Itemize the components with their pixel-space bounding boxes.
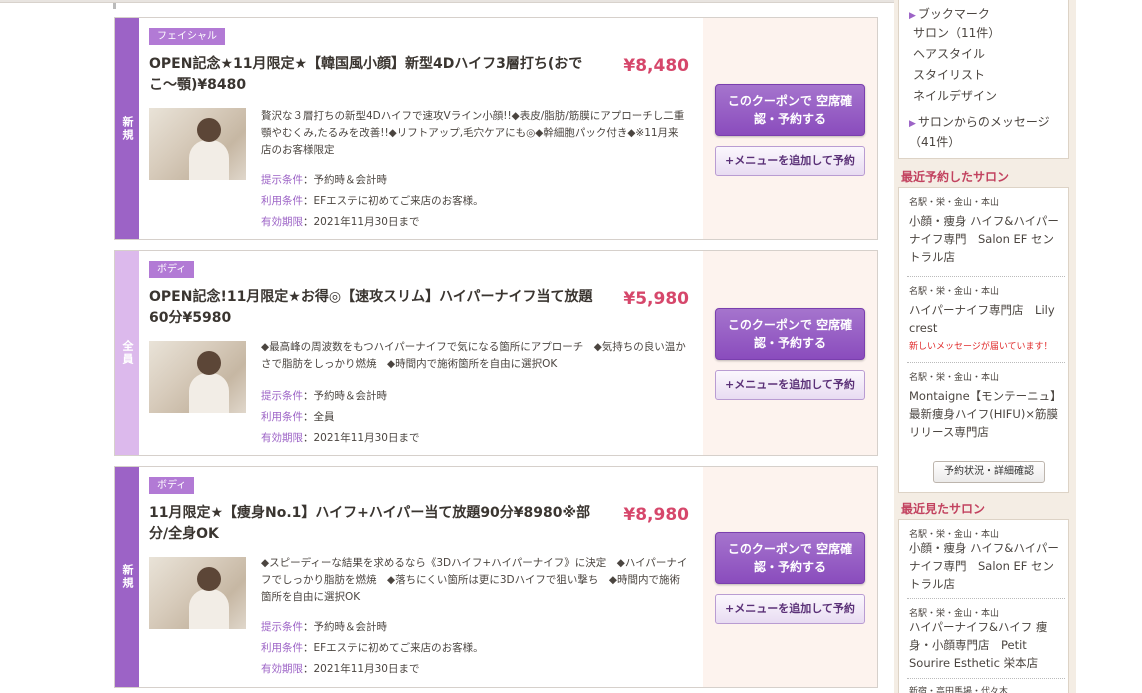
category-label: フェイシャル [149, 28, 225, 45]
recent-reserved-heading: 最近予約したサロン [901, 170, 1010, 184]
add-menu-button[interactable]: +メニューを追加して予約 [715, 146, 865, 176]
coupon-title[interactable]: 11月限定★【痩身No.1】ハイフ+ハイパー当て放題90分¥8980※部分/全身… [149, 503, 609, 545]
triangle-right-icon: ▶ [909, 11, 916, 21]
salon-link[interactable]: 小顔・痩身 ハイフ&ハイパーナイフ専門 Salon EF セントラル店 [909, 212, 1064, 266]
category-label: ボディ [149, 261, 195, 278]
coupon-actions: このクーポンで 空席確認・予約する +メニューを追加して予約 [703, 18, 877, 239]
coupon-title[interactable]: OPEN記念!11月限定★お得◎【速攻スリム】ハイパーナイフ当て放題60分¥59… [149, 287, 609, 329]
reserve-button[interactable]: このクーポンで 空席確認・予約する [715, 84, 865, 136]
triangle-right-icon: ▶ [909, 119, 916, 129]
divider [907, 598, 1065, 599]
bookmark-link[interactable]: ▶ ブックマーク [909, 5, 990, 25]
reserve-button[interactable]: このクーポンで 空席確認・予約する [715, 532, 865, 584]
divider [907, 276, 1065, 277]
bookmark-hairstyle-link[interactable]: ヘアスタイル [913, 45, 985, 62]
salon-link[interactable]: ハイパーナイフ専門店 Lily crest [909, 301, 1064, 337]
coupon-photo [149, 108, 246, 180]
coupon-price: ¥8,980 [623, 505, 689, 525]
scroll-marker [113, 3, 116, 9]
coupon-price: ¥8,480 [623, 56, 689, 76]
coupon-body: フェイシャル OPEN記念★11月限定★【韓国風小顔】新型4Dハイフ3層打ち(お… [139, 18, 703, 239]
recent-viewed-box: 名駅・栄・金山・本山 小顔・痩身 ハイフ&ハイパーナイフ専門 Salon EF … [898, 519, 1069, 693]
salon-link[interactable]: ハイパーナイフ&ハイフ 痩身・小顔専門店 Petit Sourire Esthe… [909, 618, 1064, 672]
divider [907, 678, 1065, 679]
sidebar: ▶ ブックマーク サロン（11件） ヘアスタイル スタイリスト ネイルデザイン ▶… [894, 0, 1076, 693]
condition-usage: 利用条件：EFエステに初めてご来店のお客様。 [261, 195, 484, 207]
condition-usage: 利用条件：全員 [261, 411, 335, 423]
condition-expiry: 有効期限：2021年11月30日まで [261, 216, 420, 228]
coupon-description: ◆スピーディーな結果を求めるなら《3Dハイフ+ハイパーナイフ》に決定 ◆ハイパー… [261, 557, 688, 603]
reservation-status-button[interactable]: 予約状況・詳細確認 [933, 461, 1045, 483]
coupon-card: 新規 ボディ 11月限定★【痩身No.1】ハイフ+ハイパー当て放題90分¥898… [114, 466, 878, 688]
condition-presentation: 提示条件：予約時＆会計時 [261, 621, 387, 633]
new-message-notice[interactable]: 新しいメッセージが届いています！ [909, 339, 1053, 352]
coupon-tag-all: 全員 [115, 251, 139, 455]
condition-presentation: 提示条件：予約時＆会計時 [261, 390, 387, 402]
coupon-tag-new: 新規 [115, 467, 139, 687]
salon-link[interactable]: Montaigne【モンテーニュ】最新痩身ハイフ(HIFU)×筋膜リリース専門店 [909, 387, 1064, 441]
coupon-title[interactable]: OPEN記念★11月限定★【韓国風小顔】新型4Dハイフ3層打ち(おでこ〜顎)¥8… [149, 54, 609, 96]
coupon-description: ◆最高峰の周波数をもつハイパーナイフで気になる箇所にアプローチ ◆気持ちの良い温… [261, 341, 686, 370]
condition-expiry: 有効期限：2021年11月30日まで [261, 432, 420, 444]
salon-area: 名駅・栄・金山・本山 [909, 373, 1000, 383]
bookmark-stylist-link[interactable]: スタイリスト [913, 66, 985, 83]
reserve-button[interactable]: このクーポンで 空席確認・予約する [715, 308, 865, 360]
coupon-photo [149, 557, 246, 629]
condition-expiry: 有効期限：2021年11月30日まで [261, 663, 420, 675]
coupon-photo [149, 341, 246, 413]
add-menu-button[interactable]: +メニューを追加して予約 [715, 370, 865, 400]
coupon-actions: このクーポンで 空席確認・予約する +メニューを追加して予約 [703, 467, 877, 687]
coupon-card: 新規 フェイシャル OPEN記念★11月限定★【韓国風小顔】新型4Dハイフ3層打… [114, 17, 878, 240]
bookmark-salon-link[interactable]: サロン（11件） [913, 24, 1000, 41]
recent-viewed-heading: 最近見たサロン [901, 502, 986, 516]
coupon-body: ボディ 11月限定★【痩身No.1】ハイフ+ハイパー当て放題90分¥8980※部… [139, 467, 703, 687]
bookmark-box: ▶ ブックマーク サロン（11件） ヘアスタイル スタイリスト ネイルデザイン ▶… [898, 0, 1069, 159]
condition-usage: 利用条件：EFエステに初めてご来店のお客様。 [261, 642, 484, 654]
bookmark-nail-link[interactable]: ネイルデザイン [913, 87, 997, 104]
page-right-margin [1076, 0, 1142, 693]
category-label: ボディ [149, 477, 195, 494]
coupon-price: ¥5,980 [623, 289, 689, 309]
coupon-actions: このクーポンで 空席確認・予約する +メニューを追加して予約 [703, 251, 877, 455]
salon-messages-link[interactable]: ▶ サロンからのメッセージ（41件） [909, 113, 1059, 151]
recent-reserved-box: 名駅・栄・金山・本山 小顔・痩身 ハイフ&ハイパーナイフ専門 Salon EF … [898, 187, 1069, 493]
salon-area: 名駅・栄・金山・本山 [909, 287, 1000, 297]
salon-link[interactable]: 小顔・痩身 ハイフ&ハイパーナイフ専門 Salon EF セントラル店 [909, 539, 1064, 593]
salon-area: 新宿・高田馬場・代々木 [909, 687, 1009, 693]
coupon-description: 贅沢な３層打ちの新型4Dハイフで速攻Vライン小顔!!◆表皮/脂肪/筋膜にアプロー… [261, 110, 685, 156]
coupon-card: 全員 ボディ OPEN記念!11月限定★お得◎【速攻スリム】ハイパーナイフ当て放… [114, 250, 878, 456]
coupon-tag-new: 新規 [115, 18, 139, 239]
divider [907, 362, 1065, 363]
condition-presentation: 提示条件：予約時＆会計時 [261, 174, 387, 186]
salon-area: 名駅・栄・金山・本山 [909, 198, 1000, 208]
coupon-body: ボディ OPEN記念!11月限定★お得◎【速攻スリム】ハイパーナイフ当て放題60… [139, 251, 703, 455]
add-menu-button[interactable]: +メニューを追加して予約 [715, 594, 865, 624]
